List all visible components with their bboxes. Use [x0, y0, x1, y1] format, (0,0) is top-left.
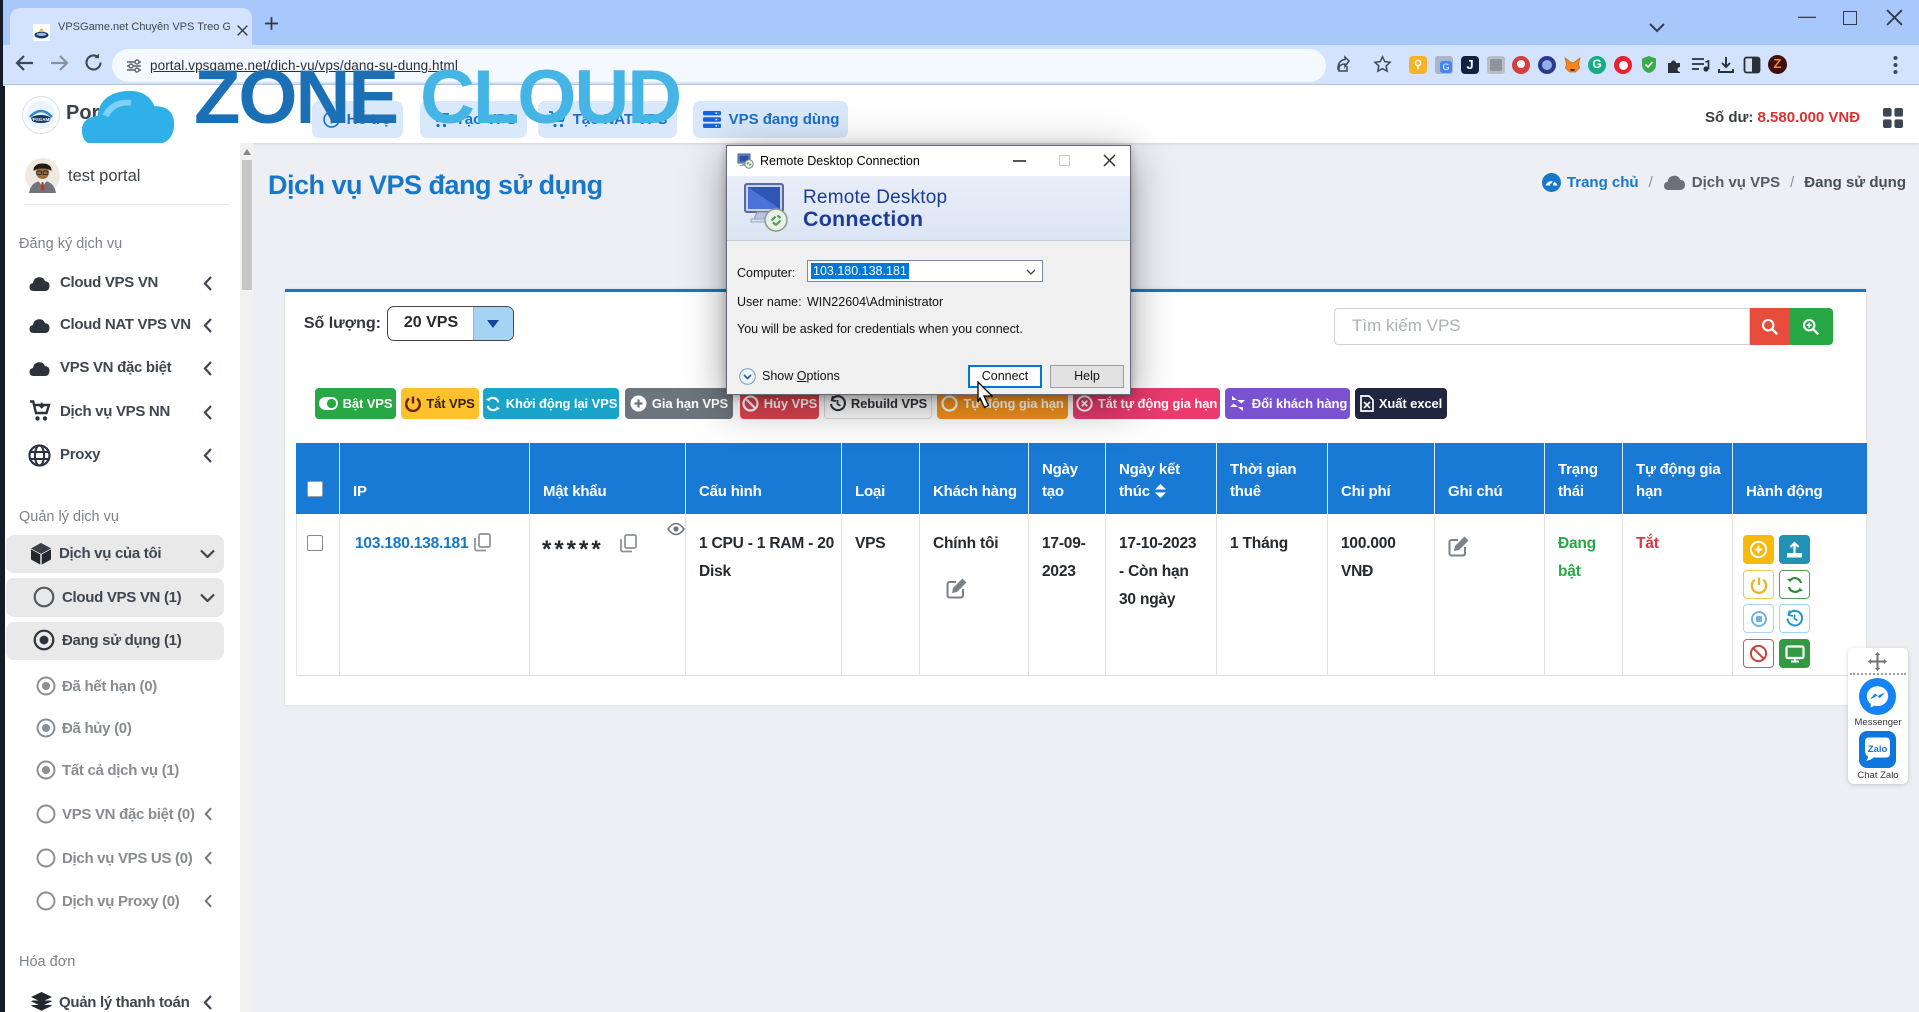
svg-text:Zalo: Zalo — [1868, 744, 1888, 755]
svg-text:VPSGAME: VPSGAME — [30, 117, 53, 122]
